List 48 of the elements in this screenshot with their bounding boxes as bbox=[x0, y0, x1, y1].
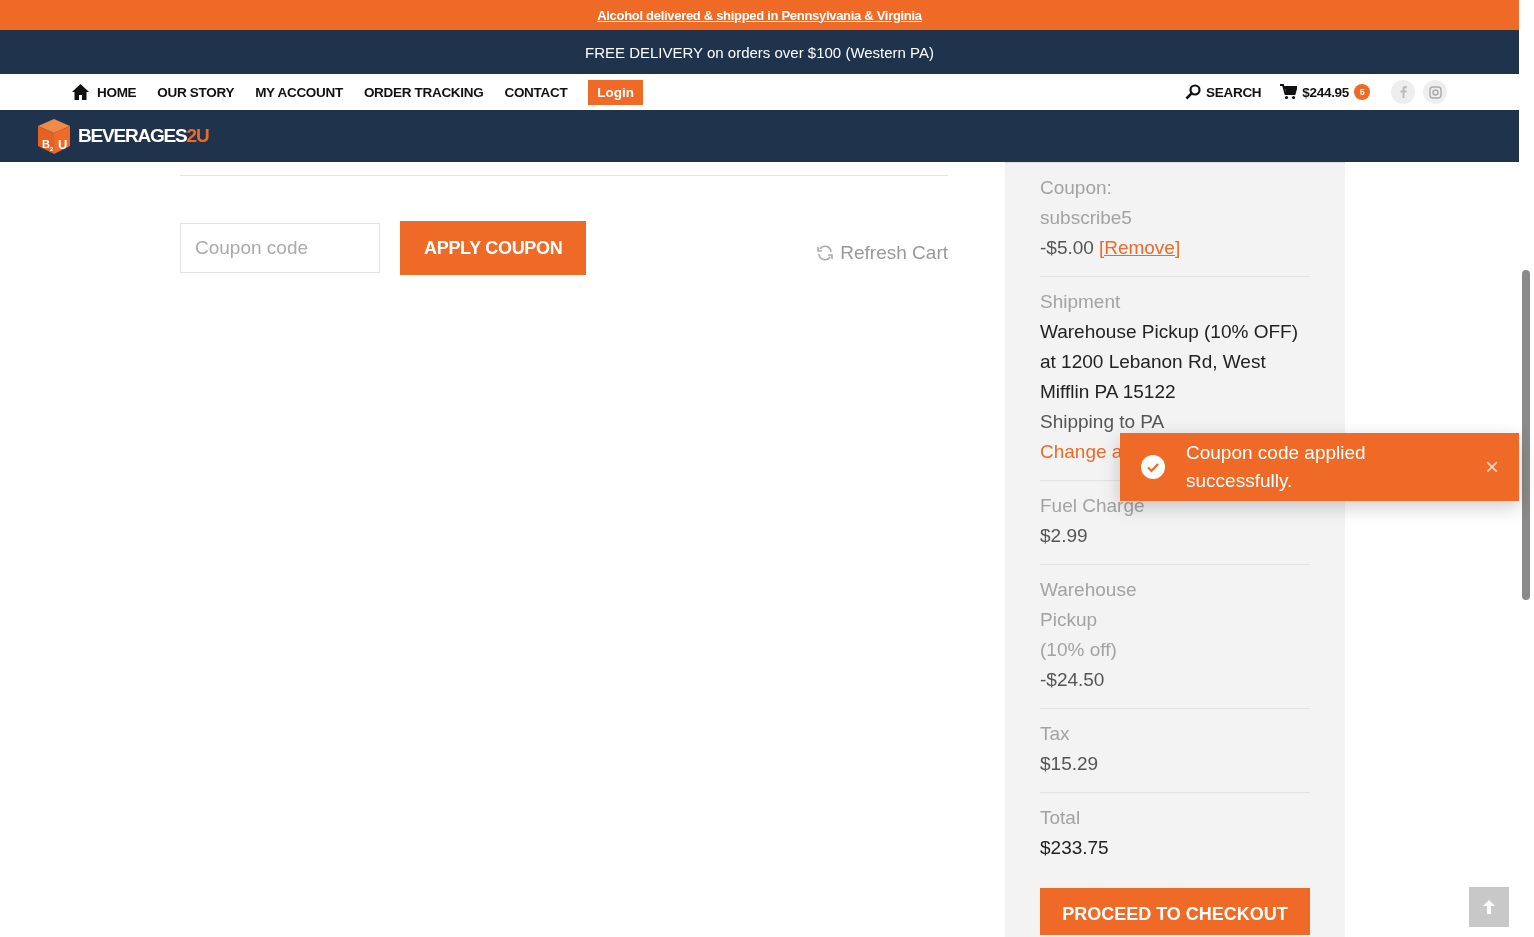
refresh-cart-link[interactable]: Refresh Cart bbox=[816, 242, 948, 264]
coupon-code-field[interactable]: Coupon code bbox=[180, 223, 380, 273]
summary-text: Pickup bbox=[1040, 608, 1099, 632]
refresh-icon bbox=[816, 244, 835, 262]
summary-text: Tax bbox=[1040, 722, 1071, 746]
check-circle-icon bbox=[1140, 454, 1166, 480]
summary-text: -$24.50 bbox=[1040, 668, 1106, 692]
summary-text: -$5.00 [Remove] bbox=[1040, 236, 1182, 260]
summary-text: $233.75 bbox=[1040, 836, 1110, 860]
facebook-button[interactable] bbox=[1391, 80, 1415, 104]
toast-message: Coupon code applied successfully. bbox=[1186, 441, 1367, 493]
summary-text: subscribe5 bbox=[1040, 206, 1133, 230]
up-arrow-icon bbox=[1482, 899, 1496, 915]
summary-text: Total bbox=[1040, 806, 1082, 830]
facebook-icon bbox=[1399, 86, 1407, 98]
instagram-icon bbox=[1428, 85, 1442, 99]
summary-text: Mifflin PA 15122 bbox=[1040, 380, 1177, 404]
login-button[interactable]: Login bbox=[588, 79, 644, 105]
summary-text: Shipment bbox=[1040, 290, 1122, 314]
back-to-top-button[interactable] bbox=[1469, 887, 1509, 927]
cart-link[interactable]: $244.95 5 bbox=[1280, 84, 1370, 100]
summary-text: Warehouse bbox=[1040, 578, 1138, 602]
nav-link[interactable]: ORDER TRACKING bbox=[363, 84, 484, 100]
summary-text: at 1200 Lebanon Rd, West bbox=[1040, 350, 1267, 374]
summary-text: $2.99 bbox=[1040, 524, 1089, 548]
close-button[interactable]: × bbox=[1485, 453, 1499, 481]
search-icon bbox=[1185, 84, 1202, 100]
delivery-text: FREE DELIVERY on orders over $100 (Western PA) bbox=[584, 43, 934, 61]
remove-link[interactable]: [Remove] bbox=[1098, 237, 1181, 258]
nav-link[interactable]: OUR STORY bbox=[157, 84, 235, 100]
home-icon bbox=[72, 84, 89, 100]
promo-link[interactable]: Alcohol delivered & shipped in Pennsylvania & Virginia bbox=[597, 7, 922, 23]
proceed-to-checkout-button[interactable]: PROCEED TO CHECKOUT bbox=[1040, 888, 1310, 935]
nav-link[interactable]: HOME bbox=[72, 84, 137, 100]
summary-text: Warehouse Pickup (10% OFF) bbox=[1040, 320, 1299, 344]
summary-text: Shipping to PA bbox=[1040, 410, 1166, 434]
summary-text: $15.29 bbox=[1040, 752, 1100, 776]
summary-text: (10% off) bbox=[1040, 638, 1118, 662]
summary-text: Fuel Charge bbox=[1040, 494, 1146, 518]
nav-link[interactable]: MY ACCOUNT bbox=[255, 84, 343, 100]
summary-text: Coupon: bbox=[1040, 176, 1113, 200]
cart-count-badge: 5 bbox=[1354, 84, 1370, 100]
logo-wordmark: BEVERAGES2U bbox=[78, 125, 209, 147]
apply-coupon-button[interactable]: APPLY COUPON bbox=[400, 221, 587, 275]
search-link[interactable]: SEARCH bbox=[1185, 84, 1262, 100]
cart-icon bbox=[1280, 84, 1298, 100]
nav-link[interactable]: CONTACT bbox=[504, 84, 568, 100]
instagram-button[interactable] bbox=[1423, 80, 1447, 104]
